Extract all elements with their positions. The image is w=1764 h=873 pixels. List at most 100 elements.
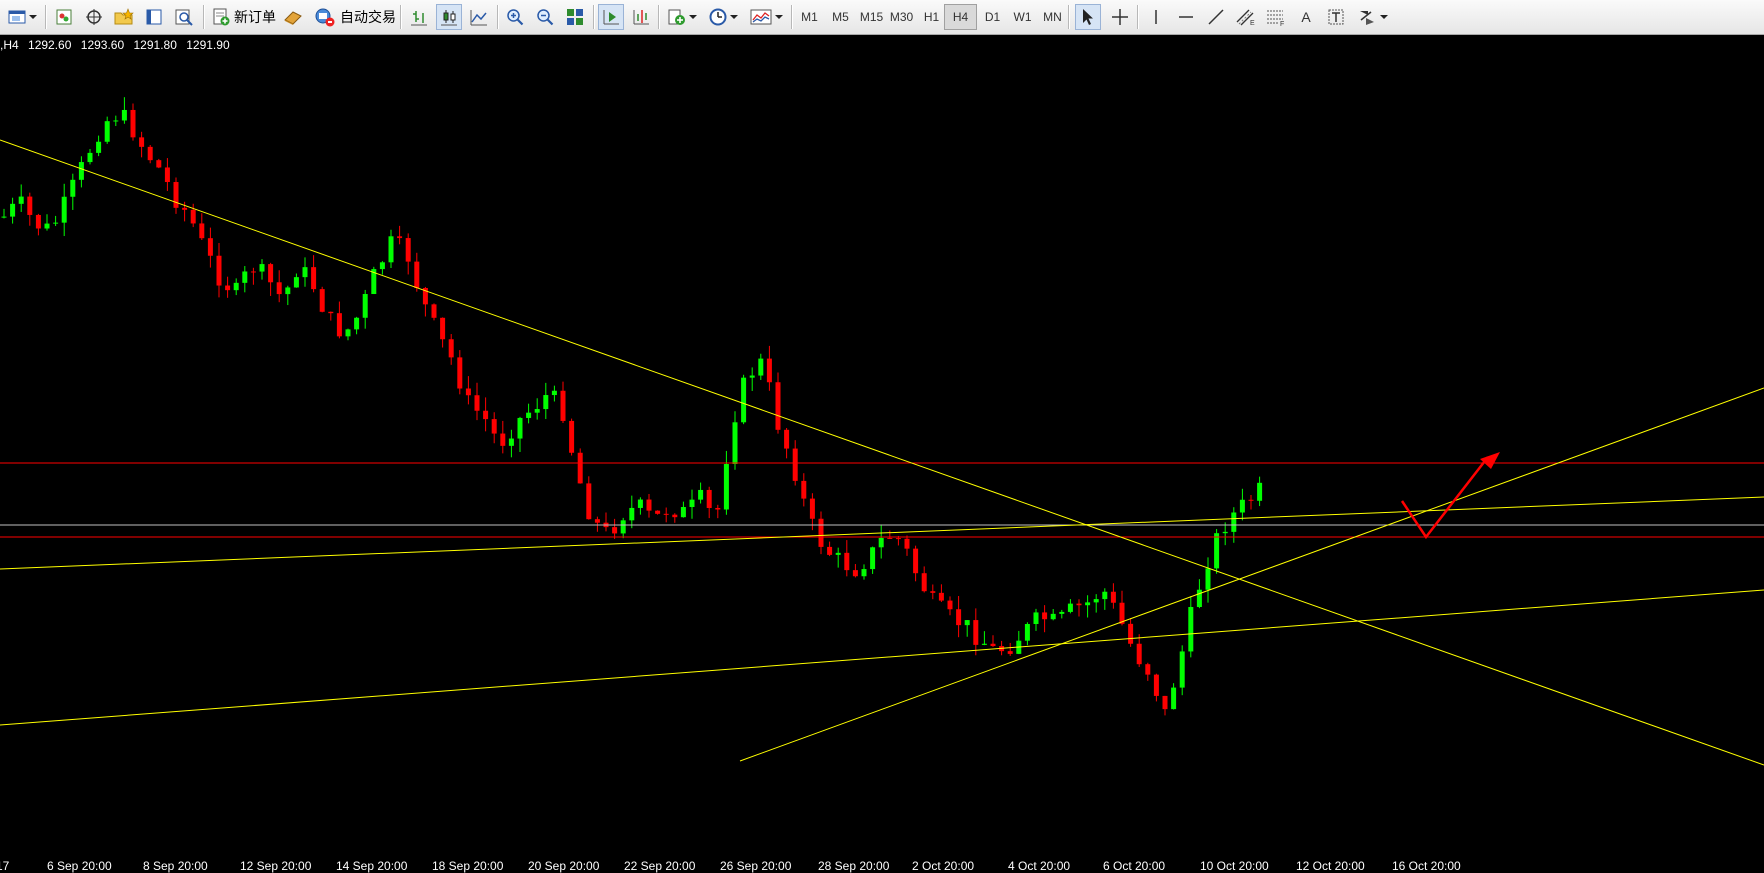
bull-candle [508, 438, 514, 446]
bull-candle [345, 329, 351, 337]
market-watch-button[interactable] [51, 4, 77, 30]
projection-arrow-head [1480, 452, 1500, 469]
bull-candle [1093, 599, 1099, 603]
bull-candle [1, 216, 7, 218]
bear-candle [1042, 612, 1048, 620]
chart-shift-button[interactable] [628, 4, 654, 30]
crosshair-tool-button[interactable] [1107, 4, 1133, 30]
trendline-button[interactable] [1203, 4, 1229, 30]
timeframe-h4-button[interactable]: H4 [944, 4, 977, 30]
bear-candle [199, 223, 205, 239]
strategy-tester-button[interactable] [171, 4, 197, 30]
ohlc-close: 1291.90 [186, 38, 230, 52]
bear-candle [1110, 591, 1116, 603]
fibonacci-button[interactable]: F [1263, 4, 1289, 30]
arrows-button[interactable] [1353, 4, 1391, 30]
line-chart-icon [470, 10, 487, 26]
bull-candle [18, 196, 24, 204]
horizontal-line-button[interactable] [1173, 4, 1199, 30]
text-tool-label: A [1301, 9, 1311, 25]
bear-candle [225, 285, 231, 291]
trendline-flat [0, 496, 1764, 570]
metaeditor-button[interactable] [280, 4, 306, 30]
bull-candle [78, 162, 84, 180]
price-chart[interactable]: ,H4 1292.60 1293.60 1291.80 1291.90 17 6… [0, 35, 1764, 873]
bear-candle [655, 510, 661, 514]
indicators-button[interactable] [664, 4, 700, 30]
bull-candle [113, 120, 119, 122]
magnifier-chart-icon [175, 9, 193, 26]
line-chart-button[interactable] [466, 4, 492, 30]
cursor-tool-button[interactable] [1075, 4, 1101, 30]
x-tick-label: 6 Sep 20:00 [47, 859, 112, 873]
bull-candle [121, 109, 127, 121]
bull-candle [543, 395, 549, 410]
navigator-button[interactable] [81, 4, 107, 30]
zoom-out-button[interactable] [532, 4, 558, 30]
bear-candle [268, 264, 274, 283]
terminal-button[interactable] [141, 4, 167, 30]
new-order-button[interactable]: 新订单 [208, 4, 280, 30]
chevron-down-icon [688, 15, 697, 19]
x-tick-label: 6 Oct 20:00 [1103, 859, 1166, 873]
bear-candle [921, 573, 927, 592]
chevron-down-icon [28, 15, 37, 19]
equidistant-channel-button[interactable]: E [1233, 4, 1259, 30]
trendline-up [739, 387, 1764, 762]
templates-icon [750, 9, 771, 25]
bear-candle [27, 196, 33, 215]
text-label-button[interactable] [1323, 4, 1349, 30]
timeframe-m1-button[interactable]: M1 [793, 4, 826, 30]
bear-candle [956, 609, 962, 626]
periods-button[interactable] [705, 4, 741, 30]
bull-candle [1231, 512, 1237, 532]
candlestick-chart-button[interactable] [436, 4, 462, 30]
bull-candle [534, 409, 540, 413]
templates-button[interactable] [746, 4, 786, 30]
bar-chart-button[interactable] [406, 4, 432, 30]
bull-candle [1188, 606, 1194, 652]
timeframe-w1-button[interactable]: W1 [1006, 4, 1039, 30]
bull-candle [629, 507, 635, 521]
bull-candle [981, 643, 987, 645]
bear-candle [465, 388, 471, 396]
new-order-icon [213, 8, 230, 26]
timeframe-mn-button[interactable]: MN [1036, 4, 1069, 30]
auto-scroll-button[interactable] [598, 4, 624, 30]
chevron-down-icon [729, 15, 738, 19]
auto-trading-button[interactable]: 自动交易 [310, 4, 400, 30]
tile-windows-button[interactable] [562, 4, 588, 30]
bull-candle [870, 547, 876, 570]
bull-candle [689, 499, 695, 508]
bull-candle [302, 267, 308, 278]
channel-icon: E [1236, 9, 1255, 26]
x-tick-label: 2 Oct 20:00 [912, 859, 975, 873]
timeframe-d1-button[interactable]: D1 [976, 4, 1009, 30]
bull-candle [285, 287, 291, 295]
bear-candle [147, 146, 153, 161]
arrows-icon [1359, 11, 1374, 25]
zoom-out-icon [537, 9, 554, 26]
folder-button[interactable] [111, 4, 137, 30]
folder-star-icon [114, 8, 134, 25]
bear-candle [646, 499, 652, 511]
bull-candle [526, 412, 532, 418]
timeframe-m15-button[interactable]: M15 [855, 4, 888, 30]
timeframe-m5-button[interactable]: M5 [824, 4, 857, 30]
bear-candle [887, 537, 893, 539]
text-tool-button[interactable]: A [1293, 4, 1319, 30]
bear-candle [1145, 664, 1151, 675]
bull-candle [1196, 589, 1202, 607]
bear-candle [801, 480, 807, 499]
timeframe-m30-button[interactable]: M30 [885, 4, 918, 30]
bull-candle [620, 520, 626, 534]
profiles-button[interactable] [4, 4, 40, 30]
bear-candle [775, 382, 781, 430]
vertical-line-button[interactable] [1143, 4, 1169, 30]
bear-candle [895, 538, 901, 540]
zoom-in-button[interactable] [502, 4, 528, 30]
x-tick-label: 26 Sep 20:00 [720, 859, 792, 873]
bear-candle [414, 261, 420, 288]
bear-candle [1248, 499, 1254, 501]
bear-candle [947, 600, 953, 610]
